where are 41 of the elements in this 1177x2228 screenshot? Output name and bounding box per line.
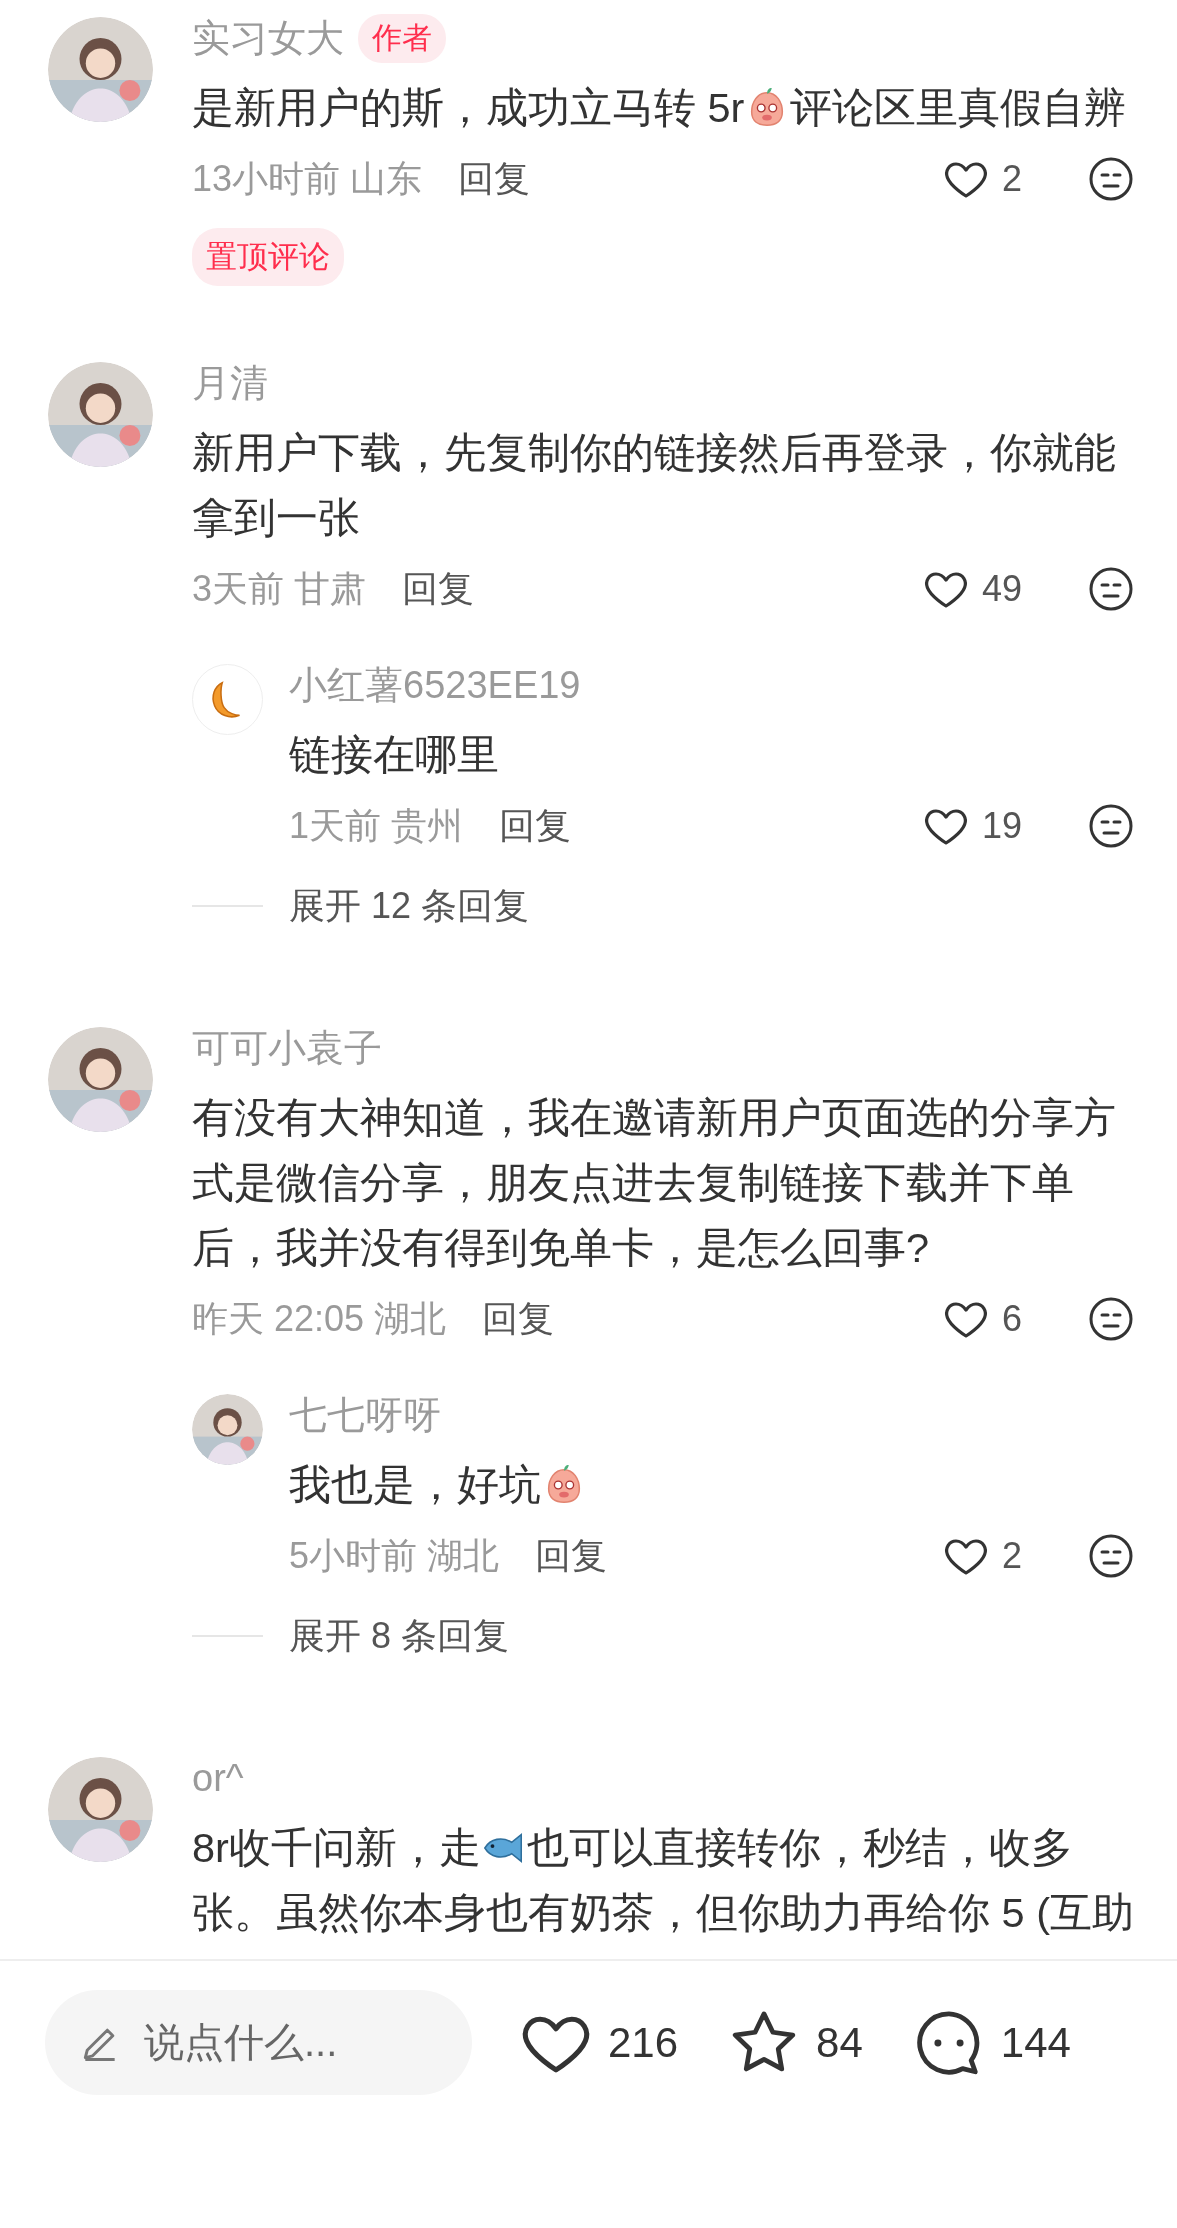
star-count: 84 [816,2018,863,2067]
comment-text: 张。虽然你本身也有奶茶，但你助力再给你 5 (互助 [192,1888,1134,1938]
time-location: 1天前 贵州 [289,803,464,848]
face-icon[interactable] [1087,1295,1135,1343]
placeholder: 说点什么... [144,2019,338,2066]
expand-replies-link[interactable]: 展开 8 条回复 [289,1611,510,1661]
face-icon[interactable] [1087,1532,1135,1580]
comment-text: 式是微信分享，朋友点进去复制链接下载并下单 [192,1158,1074,1208]
like-count: 2 [1001,1535,1022,1577]
comment-text: 有没有大神知道，我在邀请新用户页面选的分享方 [192,1093,1116,1143]
time-location: 13小时前 山东 [192,156,423,201]
face-icon[interactable] [1087,155,1135,203]
reply-link[interactable]: 回复 [458,154,531,204]
comment-text: 后，我并没有得到免单卡，是怎么回事? [192,1223,930,1273]
face-icon[interactable] [1087,565,1135,613]
comment-count: 144 [1000,2018,1071,2067]
comment-text: 评论区里真假自辨 [790,83,1127,133]
time-location: 5小时前 湖北 [289,1533,500,1578]
like-count: 2 [1001,158,1022,200]
comment-input[interactable]: 说点什么... [45,1990,472,2095]
reply-link[interactable]: 回复 [402,564,475,614]
expand-replies-link[interactable]: 展开 12 条回复 [289,881,530,931]
like-count: 49 [981,568,1022,610]
like-count: 19 [981,805,1022,847]
time-location: 昨天 22:05 湖北 [192,1296,447,1341]
like-count: 216 [608,2018,679,2067]
comment-text: 是新用户的斯，成功立马转 5r [192,83,745,133]
comment-text: 拿到一张 [192,493,360,543]
reply-link[interactable]: 回复 [482,1294,555,1344]
comment-text: 我也是，好坑 [289,1460,541,1510]
reply-link[interactable]: 回复 [535,1531,608,1581]
face-icon[interactable] [1087,802,1135,850]
comment-text: 也可以直接转你，秒结，收多 [526,1823,1073,1873]
reply-link[interactable]: 回复 [499,801,572,851]
comment-text: 链接在哪里 [289,730,499,780]
comment-text: 8r收千问新，走 [192,1823,481,1873]
author-tag: 作者 [358,13,446,63]
comment-text: 新用户下载，先复制你的链接然后再登录，你就能 [192,428,1116,478]
pinned-tag: 置顶评论 [192,228,344,286]
time-location: 3天前 甘肃 [192,566,367,611]
like-count: 6 [1001,1298,1022,1340]
